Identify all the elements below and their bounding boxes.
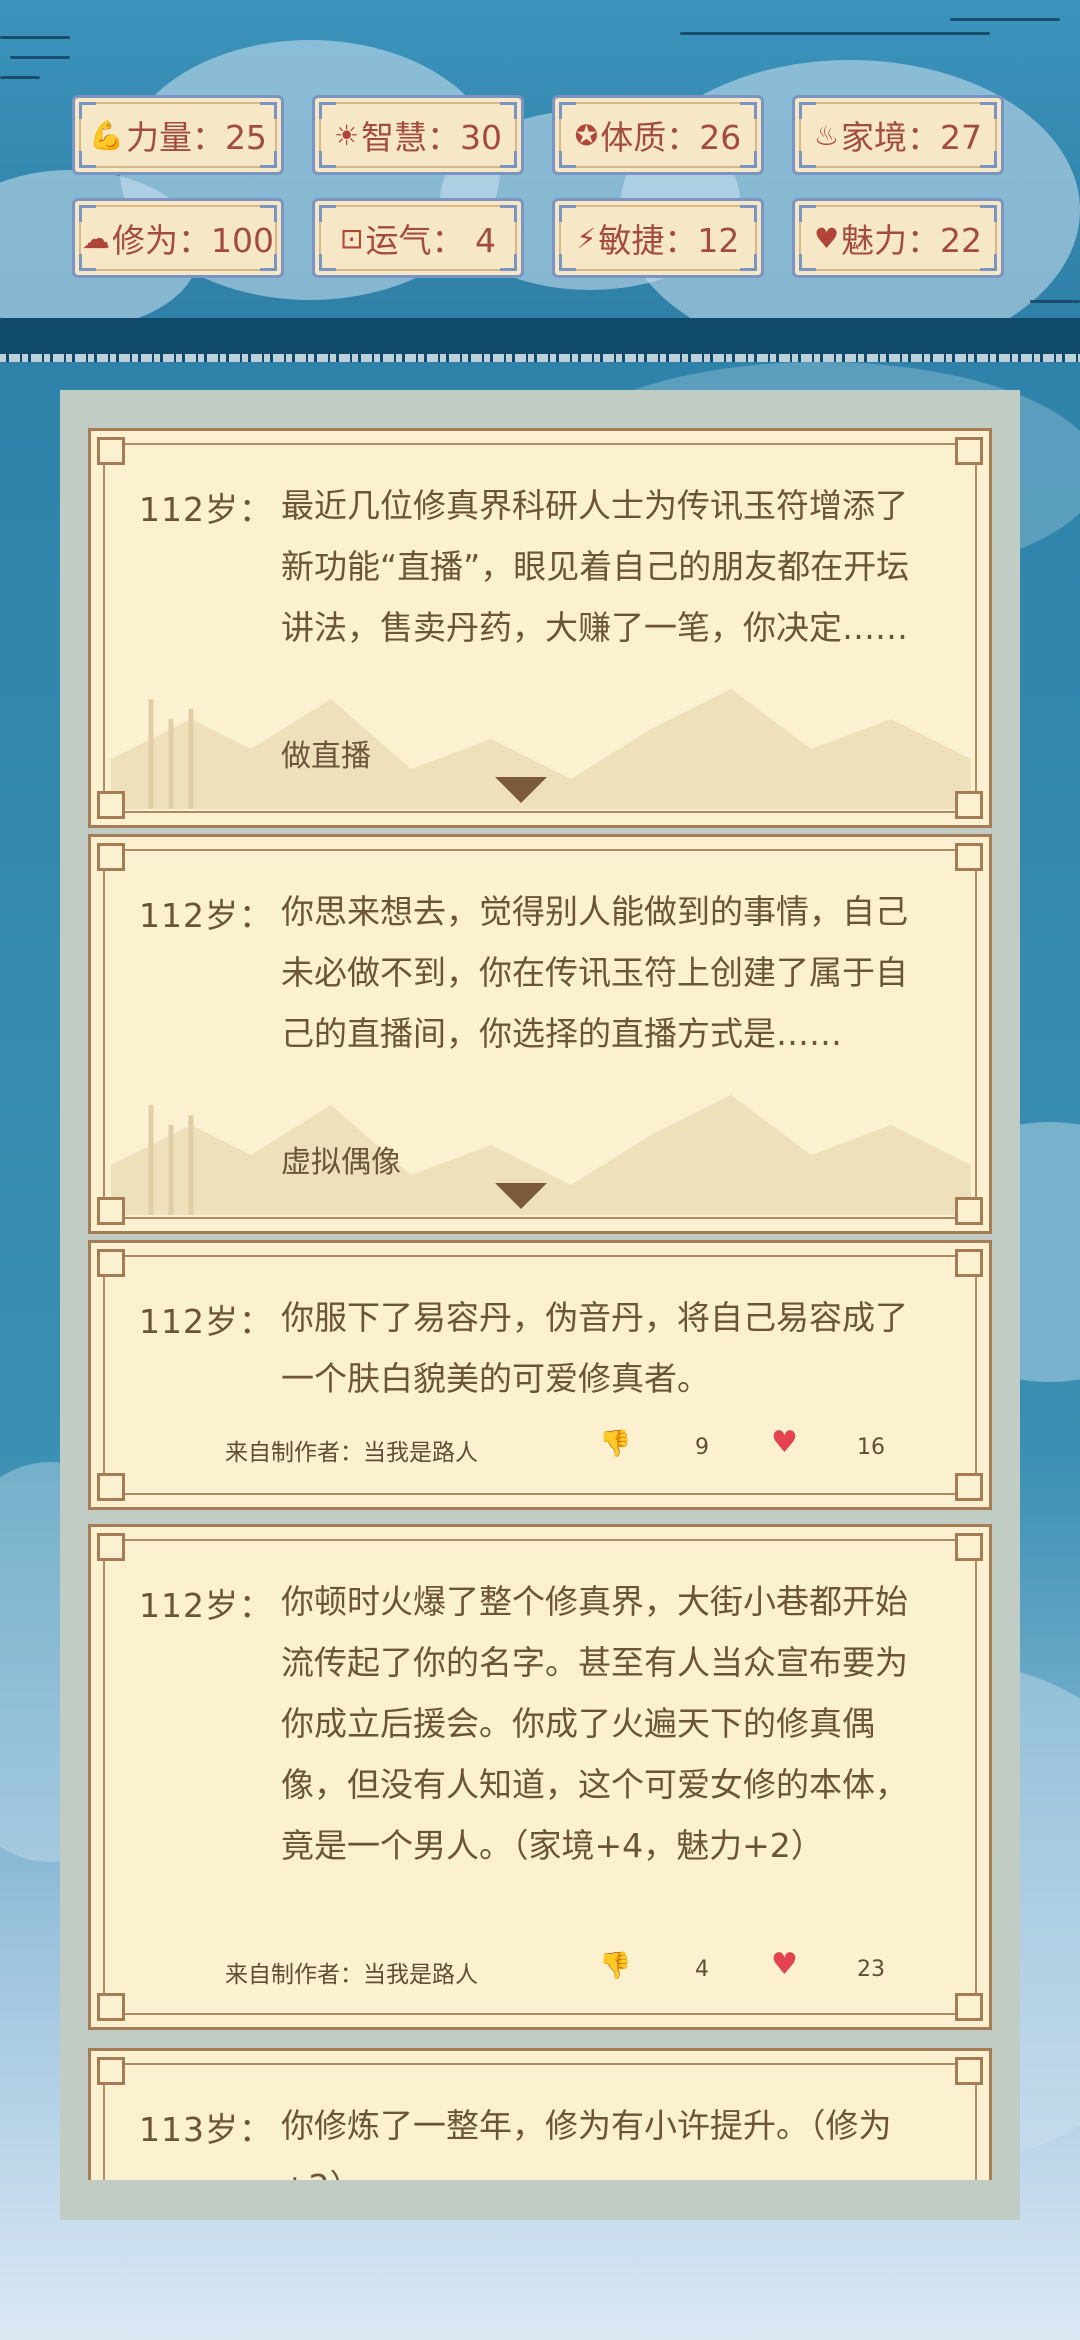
like-count: 16 [857,1435,885,1460]
event-text: 你顿时火爆了整个修真界，大街小巷都开始流传起了你的名字。甚至有人当众宣布要为你成… [281,1582,908,1865]
dislike-count: 4 [695,1957,709,1982]
stat-family: ♨ 家境：27 [792,95,1004,175]
thumbs-down-icon[interactable]: 👎 [599,1429,631,1459]
event-card[interactable]: 112岁： 最近几位修真界科研人士为传讯玉符增添了新功能“直播”，眼见着自己的朋… [88,428,992,828]
stat-label: 敏捷：12 [598,221,740,260]
stat-luck: ⊡ 运气： 4 [312,198,524,278]
event-card: 112岁： 你服下了易容丹，伪音丹，将自己易容成了一个肤白貌美的可爱修真者。 来… [88,1240,992,1510]
stat-agility: ⚡ 敏捷：12 [552,198,764,278]
event-text: 你思来想去，觉得别人能做到的事情，自己未必做不到，你在传讯玉符上创建了属于自己的… [281,892,908,1053]
stat-wisdom: ☀ 智慧：30 [312,95,524,175]
event-text: 你修炼了一整年，修为有小许提升。（修为+2） [281,2106,892,2180]
heart-icon: ♥ [813,221,840,255]
expand-arrow-icon[interactable] [495,1183,547,1209]
life-log-scroll[interactable]: 112岁： 最近几位修真界科研人士为传讯玉符增添了新功能“直播”，眼见着自己的朋… [88,428,992,2180]
muscle-icon: 💪 [89,118,124,152]
life-log-panel: 112岁： 最近几位修真界科研人士为传讯玉符增添了新功能“直播”，眼见着自己的朋… [60,390,1020,2220]
luck-icon: ⊡ [340,221,364,255]
event-card[interactable]: 112岁： 你思来想去，觉得别人能做到的事情，自己未必做不到，你在传讯玉符上创建… [88,834,992,1234]
event-age: 112岁： [139,1302,273,1341]
event-age: 112岁： [139,896,273,935]
event-choice: 虚拟偶像 [281,1145,401,1180]
event-card: 113岁： 你修炼了一整年，修为有小许提升。（修为+2） [88,2048,992,2180]
event-choice: 做直播 [281,739,371,774]
stat-cultivation: ☁ 修为：100 [72,198,284,278]
lightning-icon: ⚡ [576,221,597,255]
event-text: 最近几位修真界科研人士为传讯玉符增添了新功能“直播”，眼见着自己的朋友都在开坛讲… [281,486,910,647]
stat-label: 家境：27 [841,118,983,157]
heart-icon[interactable]: ♥ [771,1947,798,1982]
event-text: 你服下了易容丹，伪音丹，将自己易容成了一个肤白貌美的可爱修真者。 [281,1298,908,1398]
heart-icon[interactable]: ♥ [771,1425,798,1460]
stat-label: 智慧：30 [361,118,503,157]
event-author: 来自制作者：当我是路人 [225,1962,478,1988]
family-icon: ♨ [813,118,840,152]
stat-label: 修为：100 [112,221,274,260]
cloud-icon: ☁ [82,221,110,255]
event-age: 112岁： [139,490,273,529]
stat-strength: 💪 力量：25 [72,95,284,175]
event-author: 来自制作者：当我是路人 [225,1440,478,1466]
dislike-count: 9 [695,1435,709,1460]
event-card: 112岁： 你顿时火爆了整个修真界，大街小巷都开始流传起了你的名字。甚至有人当众… [88,1524,992,2030]
event-age: 112岁： [139,1586,273,1625]
bulb-icon: ☀ [333,118,360,152]
like-count: 23 [857,1957,885,1982]
thumbs-down-icon[interactable]: 👎 [599,1951,631,1981]
stat-label: 魅力：22 [841,221,983,260]
stat-label: 体质：26 [600,118,742,157]
stat-label: 运气： 4 [365,221,496,260]
stat-constitution: ✪ 体质：26 [552,95,764,175]
expand-arrow-icon[interactable] [495,777,547,803]
stat-label: 力量：25 [125,118,267,157]
stat-charm: ♥ 魅力：22 [792,198,1004,278]
body-icon: ✪ [574,118,599,152]
event-age: 113岁： [139,2110,273,2149]
